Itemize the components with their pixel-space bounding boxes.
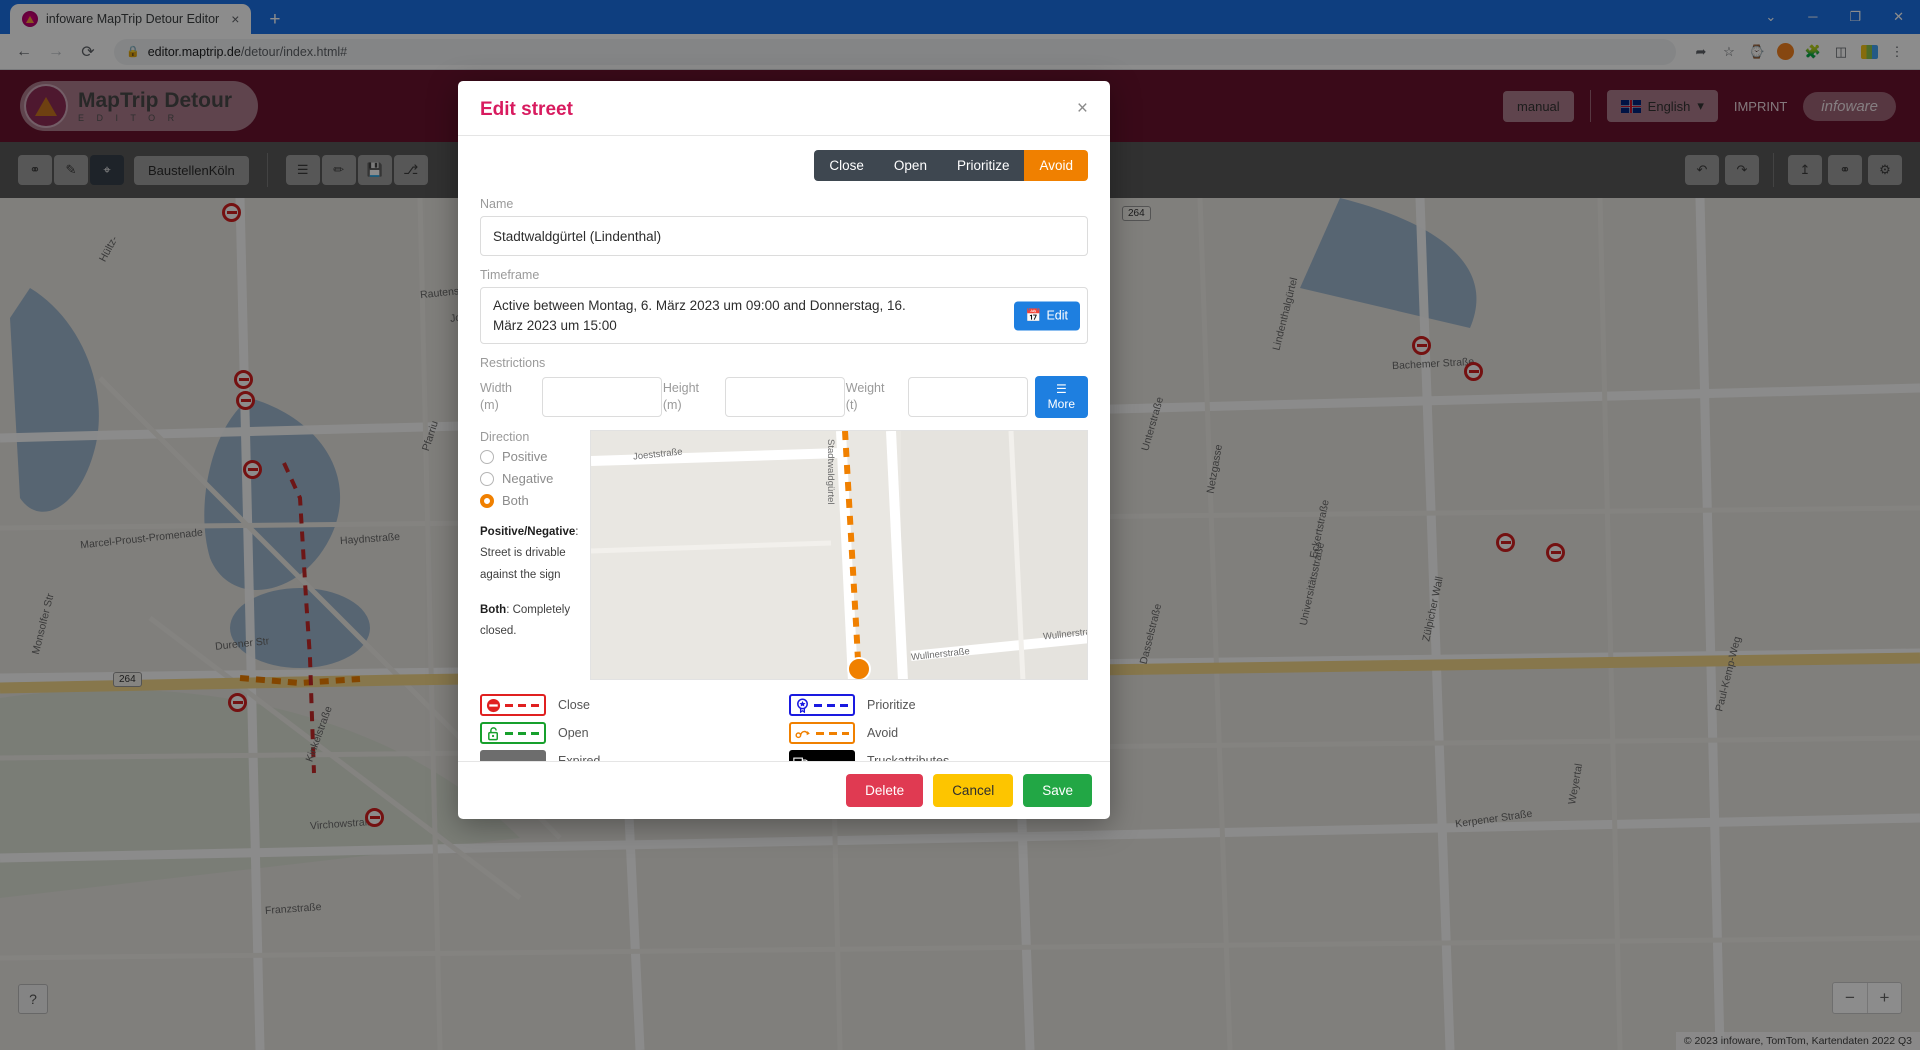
legend-item-prioritize: Prioritize (789, 694, 1088, 717)
detour-arrow-icon (795, 730, 810, 738)
direction-negative-label: Negative (502, 471, 554, 487)
height-input[interactable] (724, 377, 845, 418)
dash-line (505, 703, 540, 707)
mode-tab-avoid[interactable]: Avoid (1024, 150, 1088, 181)
more-label: More (1047, 397, 1076, 412)
weight-label: Weight (t) (845, 381, 885, 413)
dash-line (505, 731, 540, 735)
restrictions-row: Width (m) Height (m) Weight (t) ☰ More (480, 376, 1089, 419)
legend-label-close: Close (558, 698, 590, 713)
weight-input[interactable] (907, 377, 1028, 418)
restriction-weight: Weight (t) (845, 377, 1029, 418)
help-2-bold: Both (480, 603, 507, 616)
legend-item-expired: Expired (480, 750, 779, 761)
mode-tab-prioritize[interactable]: Prioritize (941, 150, 1025, 181)
award-icon (797, 698, 808, 713)
direction-both-label: Both (502, 493, 529, 509)
direction-help-paragraph-2: Both: Completely closed. (480, 600, 582, 643)
list-icon: ☰ (1055, 382, 1067, 397)
mode-tabs: Close Open Prioritize Avoid (480, 150, 1088, 181)
legend-item-truckattributes: Truckattributes (789, 750, 1088, 761)
timeframe-edit-button[interactable]: 📅 Edit (1013, 301, 1080, 331)
timeframe-edit-label: Edit (1046, 308, 1068, 323)
legend-swatch-truckattributes (789, 750, 855, 761)
width-label: Width (m) (480, 381, 512, 413)
close-icon[interactable]: × (1077, 99, 1088, 118)
legend-item-open: Open (480, 722, 779, 745)
dialog-body: Close Open Prioritize Avoid Name Stadtwa… (458, 136, 1110, 761)
calendar-icon: 📅 (1025, 308, 1042, 323)
mode-tab-close[interactable]: Close (814, 150, 879, 181)
edit-street-dialog: Edit street × Close Open Prioritize Avoi… (458, 81, 1110, 819)
app-root: infoware MapTrip Detour Editor × + ⌄ ─ ❐… (0, 0, 1920, 1050)
timeframe-edit-wrap: 📅 Edit (1013, 301, 1080, 331)
direction-positive-label: Positive (502, 449, 548, 465)
more-restrictions-button[interactable]: ☰ More (1034, 376, 1089, 419)
height-label: Height (m) (662, 381, 700, 413)
dialog-footer: Delete Cancel Save (458, 761, 1110, 819)
no-entry-icon (486, 698, 501, 712)
help-1-bold: Positive/Negative (480, 526, 576, 539)
legend-swatch-close (480, 694, 546, 717)
dash-line (816, 731, 849, 735)
direction-column: Direction Positive Negative Both Positiv… (480, 430, 590, 680)
restriction-width: Width (m) (480, 377, 663, 418)
legend-label-prioritize: Prioritize (867, 698, 916, 713)
restrictions-label: Restrictions (480, 356, 546, 371)
direction-help-text: Positive/Negative: Street is drivable ag… (480, 522, 582, 642)
street-preview-map[interactable]: Joeststraße Stadtwaldgürtel Wullnerstraß… (590, 430, 1088, 681)
timeframe-field-wrap: Active between Montag, 6. März 2023 um 0… (480, 287, 1088, 345)
direction-section: Direction Positive Negative Both Positiv… (480, 430, 1088, 681)
legend-label-expired: Expired (558, 754, 600, 761)
save-button[interactable]: Save (1023, 774, 1092, 807)
legend-label-truckattributes: Truckattributes (867, 754, 949, 761)
direction-help-paragraph-1: Positive/Negative: Street is drivable ag… (480, 522, 582, 586)
dash-line (814, 703, 849, 707)
radio-icon[interactable] (480, 449, 494, 464)
mode-tab-group: Close Open Prioritize Avoid (814, 150, 1088, 181)
name-label: Name (480, 197, 514, 211)
legend-swatch-prioritize (789, 694, 855, 717)
legend-item-close: Close (480, 694, 779, 717)
timeframe-label: Timeframe (480, 268, 540, 282)
direction-option-positive[interactable]: Positive (480, 449, 582, 464)
mode-tab-open[interactable]: Open (878, 150, 942, 181)
radio-icon-selected[interactable] (480, 493, 494, 508)
width-input[interactable] (542, 377, 662, 418)
street-preview-vector (591, 431, 1087, 680)
dialog-title: Edit street (480, 99, 573, 120)
unlock-icon (488, 726, 498, 740)
legend-swatch-expired (480, 750, 546, 761)
radio-icon[interactable] (480, 471, 494, 486)
legend: Close Prioritize Open Avoid (480, 694, 1088, 761)
direction-label: Direction (480, 430, 530, 445)
name-input[interactable]: Stadtwaldgürtel (Lindenthal) (480, 216, 1088, 256)
restriction-height: Height (m) (662, 377, 846, 418)
legend-item-avoid: Avoid (789, 722, 1088, 745)
legend-swatch-open (480, 722, 546, 745)
timeframe-value[interactable]: Active between Montag, 6. März 2023 um 0… (480, 287, 1088, 345)
dialog-header: Edit street × (458, 81, 1110, 136)
direction-option-both[interactable]: Both (480, 493, 582, 508)
cancel-button[interactable]: Cancel (933, 774, 1014, 807)
legend-swatch-avoid (789, 722, 855, 745)
legend-label-open: Open (558, 726, 589, 741)
legend-label-avoid: Avoid (867, 726, 899, 741)
delete-button[interactable]: Delete (846, 774, 924, 807)
direction-option-negative[interactable]: Negative (480, 471, 582, 486)
